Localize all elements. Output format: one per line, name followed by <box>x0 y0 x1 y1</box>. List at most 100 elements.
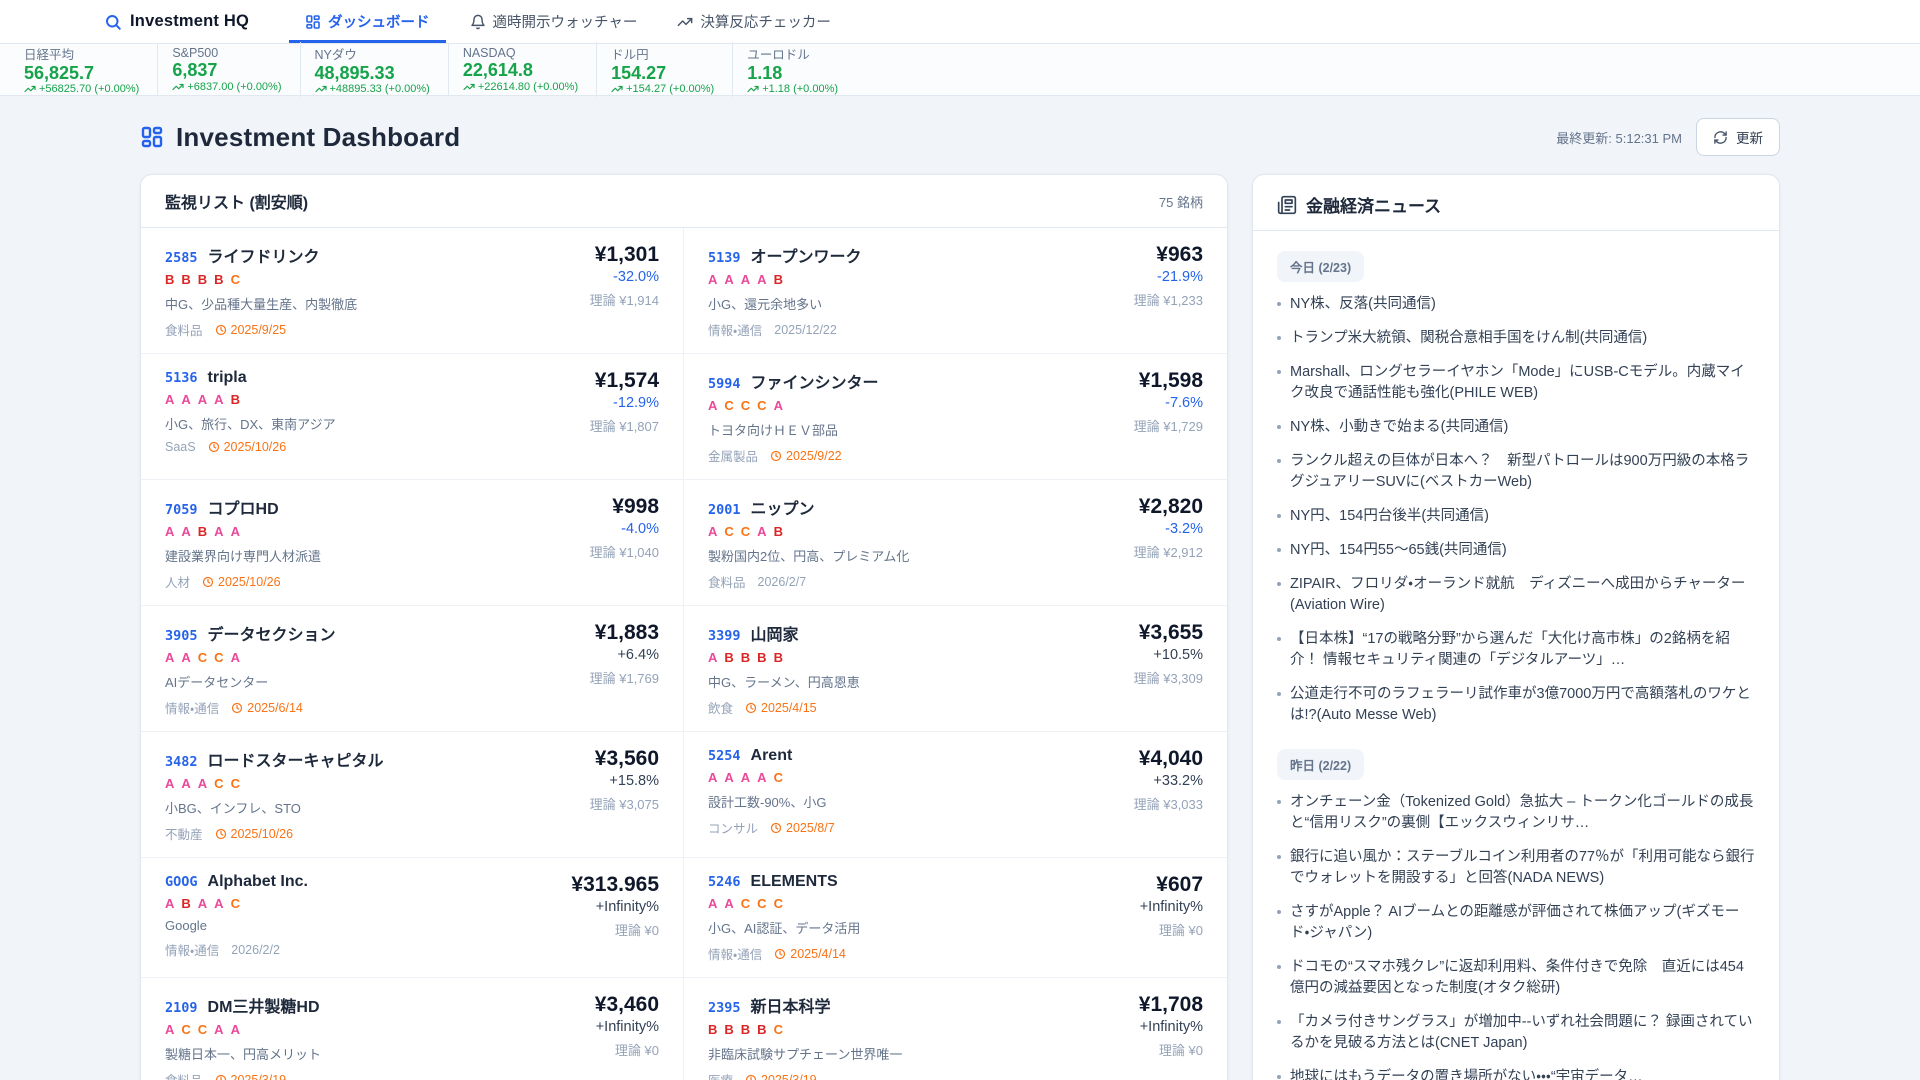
bullet-dot-icon <box>1277 1020 1281 1025</box>
news-item[interactable]: トランプ米大統領、関税合意相手国をけん制(共同通信) <box>1277 328 1755 349</box>
stock-entry[interactable]: 7059 コプロHD A A B A A 建設業界向け専門人材派遣 人材 2025/10/26 ¥9… <box>141 480 684 606</box>
ticker-change-text: +154.27 (+0.00%) <box>626 83 715 96</box>
news-item[interactable]: 「カメラ付きサングラス」が増加中--いずれ社会問題に？ 録画されているかを見破る… <box>1277 1012 1755 1054</box>
stock-entry[interactable]: 3905 データセクション A A C C A AIデータセンター 情報・通信 2025/6/14… <box>141 606 684 732</box>
bullet-dot-icon <box>1277 582 1281 587</box>
news-item-text: 銀行に追い風か：ステーブルコイン利用者の77％が「利用可能なら銀行でウォレットを… <box>1290 849 1755 887</box>
news-item[interactable]: NY株、反落(共同通信) <box>1277 294 1755 315</box>
stock-entry[interactable]: GOOG Alphabet Inc. A B A A C Google 情報・通信 2026/2/… <box>141 858 684 978</box>
stock-entry[interactable]: 5246 ELEMENTS A A C C C 小G、AI認証、データ活用 情報・通信 2025/… <box>684 858 1227 978</box>
stock-code: 2585 <box>165 250 198 266</box>
stock-date: 2025/9/25 <box>215 323 286 337</box>
stock-percent: +Infinity% <box>595 899 659 916</box>
news-item[interactable]: NY円、154円台後半(共同通信) <box>1277 506 1755 527</box>
stock-sector: 食料品 <box>165 324 203 338</box>
grade-letter: A <box>165 1022 175 1037</box>
bullet-dot-icon <box>1277 965 1281 970</box>
ticker-change-text: +6837.00 (+0.00%) <box>187 80 282 93</box>
stock-date-text: 2026/2/2 <box>231 942 280 957</box>
stock-info: 2585 ライフドリンク B B B B C 中G、少品種大量生産、内製徹底 食料品 2025/9… <box>165 243 357 339</box>
grade-letter: C <box>230 776 240 791</box>
trend-arrow-icon <box>24 83 36 95</box>
stock-percent: +Infinity% <box>1139 1019 1203 1036</box>
stock-price: ¥2,820 <box>1138 495 1203 518</box>
stock-theory-price: 理論 ¥1,807 <box>589 419 659 435</box>
stock-entry[interactable]: 2001 ニップン A C C A B 製粉国内2位、円高、プレミアム化 食料品 2026/2/7… <box>684 480 1227 606</box>
ticker-value: 48,895.33 <box>314 62 395 83</box>
news-item[interactable]: 公道走行不可のラフェラーリ試作車が3億7000万円で高額落札のワケとは!?(Au… <box>1277 684 1755 726</box>
ticker-item[interactable]: ドル円 154.27 +154.27 (+0.00%) <box>596 41 732 98</box>
ticker-change: +1.18 (+0.00%) <box>747 83 838 95</box>
grade-letter: A <box>165 776 175 791</box>
stock-date-text: 2025/4/15 <box>761 700 817 715</box>
stock-entry[interactable]: 2395新日本科学BBBBC非臨床試験サプチェーン世界唯一医療2025/3/19… <box>684 978 1227 1080</box>
grade-letter: C <box>197 1022 208 1037</box>
stock-entry[interactable]: 2109DM三井製糖HDACCAA製糖日本一、円高メリット食料品2025/3/1… <box>141 978 684 1080</box>
news-item[interactable]: ZIPAIR、フロリダ・オーランド就航 ディズニーへ成田からチャーター(Avia… <box>1277 574 1755 616</box>
grade-letter: C <box>214 650 224 665</box>
ticker-item[interactable]: NYダウ 48,895.33 +48895.33 (+0.00%) <box>299 41 448 98</box>
news-item[interactable]: オンチェーン金（Tokenized Gold）急拡大 – トークン化ゴールドの成… <box>1277 792 1755 834</box>
news-item[interactable]: NY円、154円55～65銭(共同通信) <box>1277 540 1755 561</box>
stock-entry[interactable]: 2585 ライフドリンク B B B B C 中G、少品種大量生産、内製徹底 食料品 2025/9… <box>141 228 684 354</box>
grade-letter: C <box>230 272 240 287</box>
stock-name: ライフドリンク <box>207 249 320 266</box>
news-item[interactable]: NY株、小動きで始まる(共同通信) <box>1277 417 1755 438</box>
page-header: Investment Dashboard 最終更新: 5:12:31 PM 更新 <box>140 118 1780 156</box>
refresh-button[interactable]: 更新 <box>1696 118 1780 156</box>
stock-date: 2025/4/15 <box>745 701 817 715</box>
stock-code: 2395 <box>708 1000 741 1016</box>
stock-date-text: 2025/10/26 <box>230 826 294 841</box>
page-container: Investment Dashboard 最終更新: 5:12:31 PM 更新… <box>140 118 1780 1080</box>
clock-icon <box>231 702 243 714</box>
clock-icon <box>745 1074 757 1080</box>
news-date-badge: 昨日 (2/22) <box>1277 749 1365 781</box>
grade-letter: C <box>757 398 767 413</box>
stock-entry[interactable]: 5254 Arent A A A A C 設計工数-90%、小G コンサル 2025/8/7 ¥4,… <box>684 732 1227 858</box>
news-item[interactable]: 銀行に追い風か：ステーブルコイン利用者の77％が「利用可能なら銀行でウォレットを… <box>1277 847 1755 889</box>
brand[interactable]: Investment HQ <box>104 0 249 43</box>
grade-letter: A <box>214 524 224 539</box>
news-item[interactable]: ランクル超えの巨体が日本へ？ 新型パトロールは900万円級の本格ラグジュアリーS… <box>1277 451 1755 493</box>
news-item[interactable]: さすがApple？ AIブームとの距離感が評価されて株価アップ(ギズモード・ジャ… <box>1277 902 1755 944</box>
stock-entry[interactable]: 3399 山岡家 A B B B B 中G、ラーメン、円高恩恵 飲食 2025/4/15 ¥3,65… <box>684 606 1227 732</box>
refresh-icon <box>1713 130 1728 145</box>
news-item-text: さすがApple？ AIブームとの距離感が評価されて株価アップ(ギズモード・ジャ… <box>1290 904 1740 942</box>
grade-letter: C <box>724 524 734 539</box>
stock-theory-price: 理論 ¥0 <box>1158 923 1203 939</box>
newspaper-icon <box>1277 195 1297 215</box>
news-item[interactable]: 地球にはもうデータの置き場所がない・・・“宇宙データ… <box>1277 1067 1755 1080</box>
stock-date-text: 2025/10/26 <box>218 574 281 589</box>
grade-letter: B <box>214 272 224 287</box>
news-item[interactable]: Marshall、ロングセラーイヤホン「Mode」にUSB-Cモデル。内蔵マイク… <box>1277 362 1755 404</box>
ticker-item[interactable]: 日経平均 56,825.7 +56825.70 (+0.00%) <box>10 42 157 98</box>
stock-values: ¥1,301 -32.0% 理論 ¥1,914 <box>590 243 659 339</box>
nav-tab-ダッシュボード[interactable]: ダッシュボード <box>289 0 446 43</box>
news-item-text: NY円、154円55～65銭(共同通信) <box>1290 542 1507 559</box>
nav-tab-適時開示ウォッチャー[interactable]: 適時開示ウォッチャー <box>454 0 654 43</box>
ticker-item[interactable]: S&P500 6,837 +6837.00 (+0.00%) <box>157 44 299 95</box>
trend-arrow-icon <box>463 81 475 93</box>
stock-code: GOOG <box>165 874 198 890</box>
stock-grades: AAAAC <box>708 770 835 785</box>
stock-description: 小G、AI認証、データ活用 <box>708 921 861 936</box>
stock-entry[interactable]: 3482 ロードスターキャピタル A A A C C 小BG、インフレ、STO 不動産 2025/… <box>141 732 684 858</box>
stock-values: ¥998 -4.0% 理論 ¥1,040 <box>590 495 659 591</box>
grade-letter: B <box>740 1022 751 1037</box>
stock-entry[interactable]: 5139 オープンワーク A A A A B 小G、還元余地多い 情報・通信 2025/12/22… <box>684 228 1227 354</box>
grade-letter: A <box>165 524 175 539</box>
grade-letter: B <box>773 524 783 539</box>
ticker-item[interactable]: ユーロドル 1.18 +1.18 (+0.00%) <box>732 41 856 98</box>
nav-tabs: ダッシュボード 適時開示ウォッチャー 決算反応チェッカー <box>289 0 847 43</box>
news-item[interactable]: ドコモの“スマホ残クレ”に返却利用料、条件付きで免除 直近には454億円の減益要… <box>1277 957 1755 999</box>
nav-tab-決算反応チェッカー[interactable]: 決算反応チェッカー <box>661 0 847 43</box>
stock-entry[interactable]: 5136 tripla A A A A B 小G、旅行、DX、東南アジア SaaS 2025/10… <box>141 354 684 480</box>
news-item-text: 地球にはもうデータの置き場所がない・・・“宇宙データ… <box>1290 1069 1643 1080</box>
ticker-item[interactable]: NASDAQ 22,614.8 +22614.80 (+0.00%) <box>447 44 596 95</box>
news-item[interactable]: 【日本株】“17の戦略分野”から選んだ「大化け高市株」の2銘柄を紹介！ 情報セキ… <box>1277 629 1755 671</box>
stock-date-text: 2025/10/26 <box>223 440 287 454</box>
stock-date: 2025/6/14 <box>231 701 303 715</box>
ticker-value: 22,614.8 <box>462 60 533 81</box>
grade-letter: A <box>230 1022 240 1037</box>
stock-entry[interactable]: 5994 ファインシンター A C C C A トヨタ向けＨＥＶ部品 金属製品 2025/9/22… <box>684 354 1227 480</box>
